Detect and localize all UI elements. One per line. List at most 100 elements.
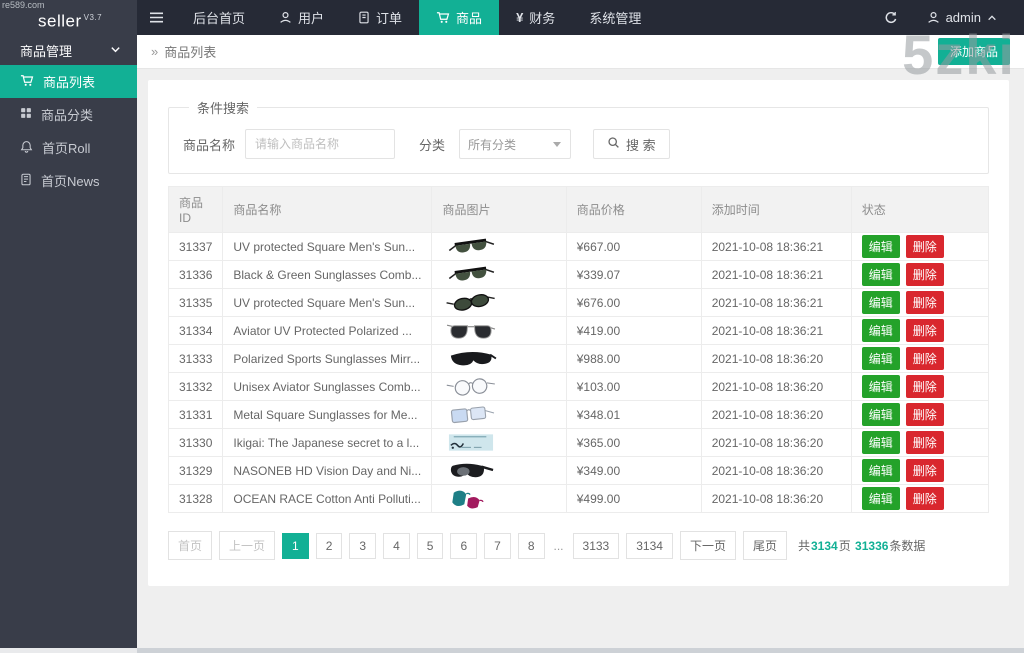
user-icon [927,11,940,24]
product-id-cell: 31337 [167,232,224,261]
dropdown-caret-icon [552,139,562,149]
pagination-summary: 共3134页 31336条数据 [797,539,926,553]
delete-button[interactable]: 删除 [905,319,944,342]
nav-item-orders[interactable]: 订单 [341,0,419,35]
delete-button[interactable]: 删除 [905,291,944,314]
page-button-3134[interactable]: 3134 [626,532,673,559]
edit-button[interactable]: 编辑 [861,319,900,342]
first-page-button[interactable]: 首页 [168,531,213,560]
refresh-button[interactable] [872,0,910,35]
product-name-cell: Aviator UV Protected Polarized ... [222,316,433,345]
add-time-cell: 2021-10-08 18:36:20 [700,372,852,401]
breadcrumb-arrow-icon: » [151,44,159,59]
add-time-cell: 2021-10-08 18:36:21 [700,260,852,289]
last-page-button[interactable]: 尾页 [742,531,787,560]
product-name-cell: Black & Green Sunglasses Comb... [222,260,433,289]
delete-button[interactable]: 删除 [905,459,944,482]
edit-button[interactable]: 编辑 [861,403,900,426]
delete-button[interactable]: 删除 [905,431,944,454]
page-button-3133[interactable]: 3133 [572,532,620,559]
app-version: V3.7 [83,13,103,22]
nav-item-products[interactable]: 商品 [419,0,500,35]
product-name-cell: UV protected Square Men's Sun... [222,288,433,317]
table-row: 31334 Aviator UV Protected Polarized ... ¥… [167,316,990,345]
product-price-cell: ¥339.07 [565,260,702,289]
edit-button[interactable]: 编辑 [861,347,900,370]
category-icon [20,107,32,122]
col-add-time: 添加时间 [700,186,852,233]
page-button-2[interactable]: 2 [315,532,343,559]
add-product-button[interactable]: 添加商品 [937,38,1010,65]
sidebar-item-home-roll[interactable]: 首页Roll [0,131,137,164]
delete-button[interactable]: 删除 [905,487,944,510]
horizontal-scrollbar[interactable] [0,648,1024,653]
status-cell: 编辑 删除 [850,260,990,289]
delete-button[interactable]: 删除 [905,375,944,398]
status-cell: 编辑 删除 [850,484,990,513]
product-id-cell: 31332 [167,372,224,401]
edit-button[interactable]: 编辑 [861,235,900,258]
page-button-4[interactable]: 4 [383,532,410,559]
nav-item-users[interactable]: 用户 [262,0,341,35]
edit-button[interactable]: 编辑 [861,487,900,510]
delete-button[interactable]: 删除 [905,235,944,258]
edit-button[interactable]: 编辑 [861,431,900,454]
product-id-cell: 31334 [167,316,224,345]
status-cell: 编辑 删除 [850,316,990,345]
edit-button[interactable]: 编辑 [861,263,900,286]
delete-button[interactable]: 删除 [905,403,944,426]
scrollbar-thumb[interactable] [0,648,137,653]
next-page-button[interactable]: 下一页 [679,531,736,560]
breadcrumb: » 商品列表 [151,42,216,61]
edit-button[interactable]: 编辑 [861,459,900,482]
table-row: 31329 NASONEB HD Vision Day and Ni... ¥349… [167,456,990,485]
product-image-sunglasses-fitover [442,459,555,482]
page-button-3[interactable]: 3 [349,532,377,559]
page-button-6[interactable]: 6 [450,532,478,559]
product-price-cell: ¥103.00 [565,372,702,401]
product-image-sunglasses-blue-square [442,403,555,426]
nav-item-finance[interactable]: ¥ 财务 [499,0,572,35]
sidebar-item-product-list[interactable]: 商品列表 [0,65,137,98]
product-image-face-masks [442,487,555,510]
page-button-7[interactable]: 7 [484,532,511,559]
sidebar-toggle-button[interactable] [137,0,176,35]
page-button-5[interactable]: 5 [416,532,444,559]
col-product-name: 商品名称 [222,186,433,233]
search-button[interactable]: 搜 索 [593,129,670,159]
edit-button[interactable]: 编辑 [861,291,900,314]
delete-button[interactable]: 删除 [905,263,944,286]
nav-item-system[interactable]: 系统管理 [572,0,658,35]
edit-button[interactable]: 编辑 [861,375,900,398]
table-row: 31331 Metal Square Sunglasses for Me... ¥3… [167,400,990,429]
add-time-cell: 2021-10-08 18:36:20 [700,428,852,457]
status-cell: 编辑 删除 [850,344,990,373]
admin-menu[interactable]: admin [910,0,1014,35]
refresh-icon [884,11,898,25]
col-product-image: 商品图片 [431,186,567,233]
search-fieldset: 条件搜索 商品名称 分类 所有分类 搜 索 [168,98,989,174]
product-name-cell: OCEAN RACE Cotton Anti Polluti... [222,484,433,513]
add-time-cell: 2021-10-08 18:36:20 [700,456,852,485]
product-image-cell [431,456,567,485]
category-select[interactable]: 所有分类 [459,129,572,159]
table-row: 31328 OCEAN RACE Cotton Anti Polluti... ¥4… [167,484,990,513]
sidebar-item-home-news[interactable]: 首页News [0,164,137,197]
product-name-input[interactable] [245,129,396,159]
sidebar-item-product-category[interactable]: 商品分类 [0,98,137,131]
delete-button[interactable]: 删除 [905,347,944,370]
prev-page-button[interactable]: 上一页 [219,531,276,560]
product-table: 商品ID 商品名称 商品图片 商品价格 添加时间 状态 31337 UV prot… [167,186,990,513]
table-header-row: 商品ID 商品名称 商品图片 商品价格 添加时间 状态 [167,186,990,233]
news-icon [20,173,32,189]
status-cell: 编辑 删除 [850,372,990,401]
product-name-cell: Metal Square Sunglasses for Me... [222,400,433,429]
sidebar: 商品管理 商品列表 商品分类 首页Roll 首页News [0,35,137,648]
page-button-8[interactable]: 8 [517,532,545,559]
table-row: 31336 Black & Green Sunglasses Comb... ¥33… [167,260,990,289]
nav-item-dashboard[interactable]: 后台首页 [176,0,262,35]
product-name-cell: Ikigai: The Japanese secret to a l... [222,428,433,457]
chevron-up-icon [987,13,997,23]
page-button-1[interactable]: 1 [282,532,309,559]
sidebar-group-product-management[interactable]: 商品管理 [0,35,137,65]
